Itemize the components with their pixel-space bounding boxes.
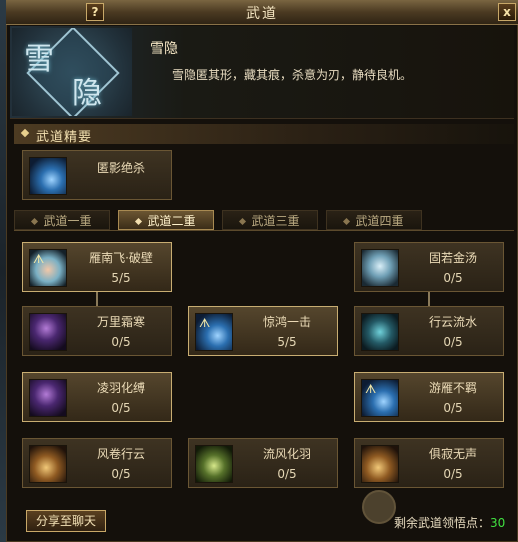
wandering-goose-icon: ᗑ bbox=[361, 379, 399, 417]
frost-icon bbox=[29, 313, 67, 351]
window-title: 武道 bbox=[246, 6, 278, 22]
skill-card[interactable]: 风卷行云 0/5 bbox=[22, 438, 172, 488]
skill-card[interactable]: 万里霜寒 0/5 bbox=[22, 306, 172, 356]
essentials-heading: 武道精要 bbox=[14, 124, 514, 145]
tab-dot-icon bbox=[31, 217, 39, 226]
skill-glyph: ᗑ bbox=[199, 316, 211, 330]
skill-header: 雪 隐 雪隐 雪隐匿其形，藏其痕，杀意为刃，静待良机。 bbox=[10, 26, 514, 119]
share-to-chat-button[interactable]: 分享至聊天 bbox=[26, 510, 106, 532]
skill-card-level: 0/5 bbox=[277, 467, 297, 481]
tab-tier-4[interactable]: 武道四重 bbox=[326, 210, 422, 230]
skill-card-level: 0/5 bbox=[111, 467, 131, 481]
wind-feather-icon bbox=[195, 445, 233, 483]
skill-card[interactable]: 固若金汤 0/5 bbox=[354, 242, 504, 292]
silence-icon bbox=[361, 445, 399, 483]
remaining-points-label: 剩余武道领悟点： bbox=[394, 516, 491, 530]
skill-description: 雪隐匿其形，藏其痕，杀意为刃，静待良机。 bbox=[172, 68, 413, 82]
skill-connector bbox=[96, 292, 98, 306]
shadow-strike-icon bbox=[29, 157, 67, 195]
skill-card[interactable]: 行云流水 0/5 bbox=[354, 306, 504, 356]
emblem-char-1: 雪 bbox=[24, 42, 54, 77]
tab-label: 武道三重 bbox=[251, 214, 300, 228]
skill-card-name: 万里霜寒 bbox=[96, 315, 145, 329]
iron-wall-icon bbox=[361, 249, 399, 287]
skill-card[interactable]: 凌羽化缚 0/5 bbox=[22, 372, 172, 422]
skill-name: 雪隐 bbox=[150, 41, 178, 57]
feather-bind-icon bbox=[29, 379, 67, 417]
skill-card[interactable]: ᗑ 游雁不羁 0/5 bbox=[354, 372, 504, 422]
tab-label: 武道四重 bbox=[355, 214, 404, 228]
tab-dot-icon bbox=[239, 217, 247, 226]
skill-card-level: 5/5 bbox=[111, 271, 131, 285]
tier-tabs: 武道一重 武道二重 武道三重 武道四重 bbox=[14, 210, 514, 231]
skill-card[interactable]: 流风化羽 0/5 bbox=[188, 438, 338, 488]
skill-card-level: 0/5 bbox=[443, 401, 463, 415]
skill-card-level: 0/5 bbox=[111, 401, 131, 415]
robot-mascot-icon bbox=[362, 490, 396, 524]
tab-tier-1[interactable]: 武道一重 bbox=[14, 210, 110, 230]
swan-strike-icon: ᗑ bbox=[195, 313, 233, 351]
skill-card-level: 5/5 bbox=[277, 335, 297, 349]
skill-card-name: 行云流水 bbox=[428, 315, 477, 329]
essential-skill-name: 匿影绝杀 bbox=[96, 161, 145, 175]
skill-card-name: 固若金汤 bbox=[428, 251, 477, 265]
tab-tier-2[interactable]: 武道二重 bbox=[118, 210, 214, 230]
skill-card-level: 0/5 bbox=[443, 335, 463, 349]
wind-cloud-icon bbox=[29, 445, 67, 483]
skill-connector bbox=[428, 292, 430, 306]
goose-flight-icon: ᗑ bbox=[29, 249, 67, 287]
tab-label: 武道一重 bbox=[43, 214, 92, 228]
skill-card-level: 0/5 bbox=[443, 271, 463, 285]
skill-card-name: 惊鸿一击 bbox=[262, 315, 311, 329]
essentials-heading-text: 武道精要 bbox=[36, 130, 93, 145]
skill-emblem-icon: 雪 隐 bbox=[12, 28, 132, 116]
tab-dot-icon bbox=[343, 217, 351, 226]
skill-card-name: 风卷行云 bbox=[96, 447, 145, 461]
wudao-window: ? 武道 x 雪 隐 雪隐 雪隐匿其形，藏其痕，杀意为刃，静待良机。 武道精要 … bbox=[6, 0, 518, 542]
skill-card-name: 凌羽化缚 bbox=[96, 381, 145, 395]
skill-card-name: 游雁不羁 bbox=[428, 381, 477, 395]
flowing-cloud-icon bbox=[361, 313, 399, 351]
tab-label: 武道二重 bbox=[147, 214, 196, 228]
skill-card-name: 流风化羽 bbox=[262, 447, 311, 461]
close-button[interactable]: x bbox=[498, 3, 516, 21]
remaining-points: 剩余武道领悟点：30 bbox=[394, 514, 505, 531]
diamond-bullet-icon bbox=[20, 128, 30, 138]
skill-card-name: 俱寂无声 bbox=[428, 447, 477, 461]
skill-card-level: 0/5 bbox=[111, 335, 131, 349]
skill-card[interactable]: ᗑ 惊鸿一击 5/5 bbox=[188, 306, 338, 356]
skill-card-name: 雁南飞·破壁 bbox=[89, 251, 153, 265]
tab-tier-3[interactable]: 武道三重 bbox=[222, 210, 318, 230]
remaining-points-value: 30 bbox=[490, 516, 506, 530]
tab-dot-icon bbox=[135, 217, 143, 226]
skill-glyph: ᗑ bbox=[33, 252, 45, 266]
skill-card[interactable]: ᗑ 雁南飞·破壁 5/5 bbox=[22, 242, 172, 292]
skill-card-level: 0/5 bbox=[443, 467, 463, 481]
skill-glyph: ᗑ bbox=[365, 382, 377, 396]
emblem-char-2: 隐 bbox=[72, 76, 102, 111]
essential-skill-card[interactable]: 匿影绝杀 bbox=[22, 150, 172, 200]
title-bar[interactable]: ? 武道 x bbox=[6, 0, 518, 25]
